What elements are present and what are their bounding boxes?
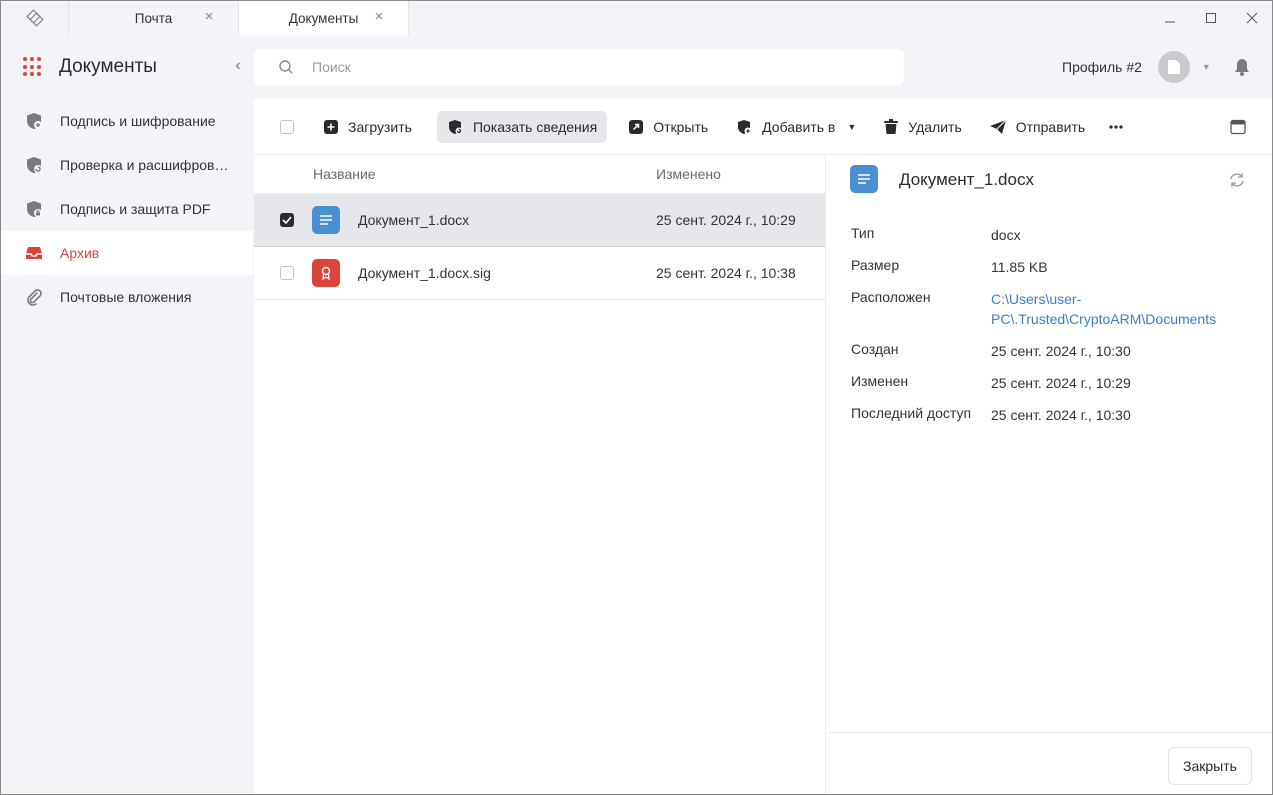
sidebar-item-sign-pdf[interactable]: Подпись и защита PDF (1, 187, 253, 231)
table-row[interactable]: Документ_1.docx.sig 25 сент. 2024 г., 10… (254, 247, 825, 300)
avatar[interactable] (1157, 51, 1190, 83)
property-label: Расположен (851, 289, 931, 305)
upload-label: Загрузить (348, 118, 412, 135)
open-button[interactable]: Открыть (619, 111, 718, 143)
toolbar: Загрузить Показать сведения Открыть Доба… (254, 99, 1272, 155)
search-icon (279, 60, 293, 74)
property-label: Последний доступ (851, 405, 972, 421)
shield-add-icon (738, 119, 752, 134)
maximize-button[interactable] (1190, 1, 1231, 35)
show-details-button[interactable]: Показать сведения (436, 110, 608, 143)
open-external-icon (629, 119, 644, 134)
add-to-label: Добавить в (762, 118, 836, 135)
close-button[interactable]: Закрыть (1168, 747, 1252, 785)
trash-icon (884, 119, 899, 134)
sidebar-item-sign-encrypt[interactable]: Подпись и шифрование (1, 99, 253, 143)
search-bar (254, 49, 904, 85)
bell-icon[interactable] (1232, 57, 1252, 77)
table-row[interactable]: Документ_1.docx 25 сент. 2024 г., 10:29 (254, 194, 825, 247)
chevron-down-icon: ▼ (847, 121, 857, 132)
sidebar-header: Документы ‹ (1, 35, 253, 99)
sidebar-item-mail-attachments[interactable]: Почтовые вложения (1, 275, 253, 319)
profile-menu[interactable]: Профиль #2 ▼ (1062, 49, 1211, 85)
close-window-button[interactable] (1231, 1, 1272, 35)
sidebar-item-label: Подпись и защита PDF (60, 201, 211, 217)
refresh-icon[interactable] (1228, 171, 1246, 189)
file-modified: 25 сент. 2024 г., 10:38 (656, 265, 796, 281)
sidebar-item-label: Архив (60, 245, 100, 261)
main-content: Загрузить Показать сведения Открыть Доба… (254, 99, 1272, 794)
row-checkbox[interactable] (280, 213, 294, 227)
column-modified-header[interactable]: Изменено (656, 166, 721, 182)
app-window: Почта × Документы × Документы ‹ Подпись … (0, 0, 1273, 795)
property-label: Создан (851, 341, 899, 357)
file-modified: 25 сент. 2024 г., 10:29 (656, 212, 796, 228)
file-name: Документ_1.docx (358, 212, 470, 228)
file-list: Название Изменено Документ_1.docx 25 сен… (254, 155, 826, 794)
profile-name: Профиль #2 (1062, 59, 1142, 75)
panel-layout-icon[interactable] (1230, 119, 1246, 135)
property-value: 11.85 KB (991, 259, 1048, 275)
more-actions-button[interactable] (1099, 111, 1133, 143)
property-value: 25 сент. 2024 г., 10:29 (991, 375, 1131, 391)
collapse-sidebar-icon[interactable]: ‹ (229, 57, 247, 75)
tab-documents[interactable]: Документы × (239, 1, 409, 35)
file-name: Документ_1.docx.sig (358, 265, 491, 281)
list-header: Название Изменено (254, 155, 825, 194)
upload-button[interactable]: Загрузить (314, 111, 422, 143)
apps-grid-icon[interactable] (23, 57, 43, 77)
sidebar-title: Документы (59, 56, 157, 77)
document-icon (850, 165, 878, 193)
property-label: Изменен (851, 373, 909, 389)
title-bar: Почта × Документы × (1, 1, 1272, 35)
location-link[interactable]: C:\Users\user-PC\.Trusted\CryptoARM\Docu… (991, 289, 1231, 329)
send-icon (989, 119, 1006, 134)
close-tab-icon[interactable]: × (372, 9, 386, 24)
tab-label: Документы (288, 10, 359, 26)
sidebar-item-verify-decrypt[interactable]: Проверка и расшифров… (1, 143, 253, 187)
column-name-header[interactable]: Название (313, 166, 376, 182)
delete-button[interactable]: Удалить (874, 111, 971, 143)
delete-label: Удалить (908, 118, 962, 135)
sidebar-item-label: Почтовые вложения (60, 289, 192, 305)
more-icon (1109, 124, 1123, 129)
details-title: Документ_1.docx (899, 170, 1034, 189)
property-value: docx (991, 227, 1021, 243)
details-footer: Закрыть (827, 732, 1272, 794)
search-input[interactable] (312, 59, 872, 75)
property-value: 25 сент. 2024 г., 10:30 (991, 343, 1131, 359)
paperclip-icon (25, 288, 43, 306)
show-details-label: Показать сведения (472, 118, 598, 135)
sidebar-item-label: Подпись и шифрование (60, 113, 216, 129)
chevron-down-icon[interactable]: ▼ (1202, 62, 1211, 72)
tab-label: Почта (134, 10, 173, 26)
send-label: Отправить (1015, 118, 1086, 135)
add-to-button[interactable]: Добавить в ▼ (726, 111, 866, 143)
sidebar-item-label: Проверка и расшифров… (60, 157, 229, 173)
row-checkbox[interactable] (280, 266, 294, 280)
details-header: Документ_1.docx (827, 155, 1272, 205)
close-tab-icon[interactable]: × (202, 9, 216, 24)
document-icon (312, 206, 340, 234)
select-all-checkbox[interactable] (280, 119, 294, 134)
sidebar: Документы ‹ Подпись и шифрование Проверк… (1, 35, 253, 794)
property-value: 25 сент. 2024 г., 10:30 (991, 407, 1131, 423)
tab-mail[interactable]: Почта × (69, 1, 239, 35)
open-label: Открыть (653, 118, 709, 135)
property-label: Тип (851, 225, 875, 241)
minimize-button[interactable] (1149, 1, 1190, 35)
sidebar-item-archive[interactable]: Архив (1, 231, 253, 275)
app-logo-icon (1, 1, 69, 35)
window-controls (1149, 1, 1272, 35)
details-pane: Документ_1.docx Тип docx Размер 11.85 KB… (827, 155, 1272, 794)
plus-icon (324, 119, 338, 134)
send-button[interactable]: Отправить (980, 111, 1095, 143)
signature-icon (312, 259, 340, 287)
shield-check-icon (25, 156, 43, 174)
shield-icon (25, 112, 43, 130)
property-label: Размер (851, 257, 900, 273)
inbox-icon (25, 244, 43, 262)
shield-info-icon (448, 119, 463, 134)
shield-lock-icon (25, 200, 43, 218)
